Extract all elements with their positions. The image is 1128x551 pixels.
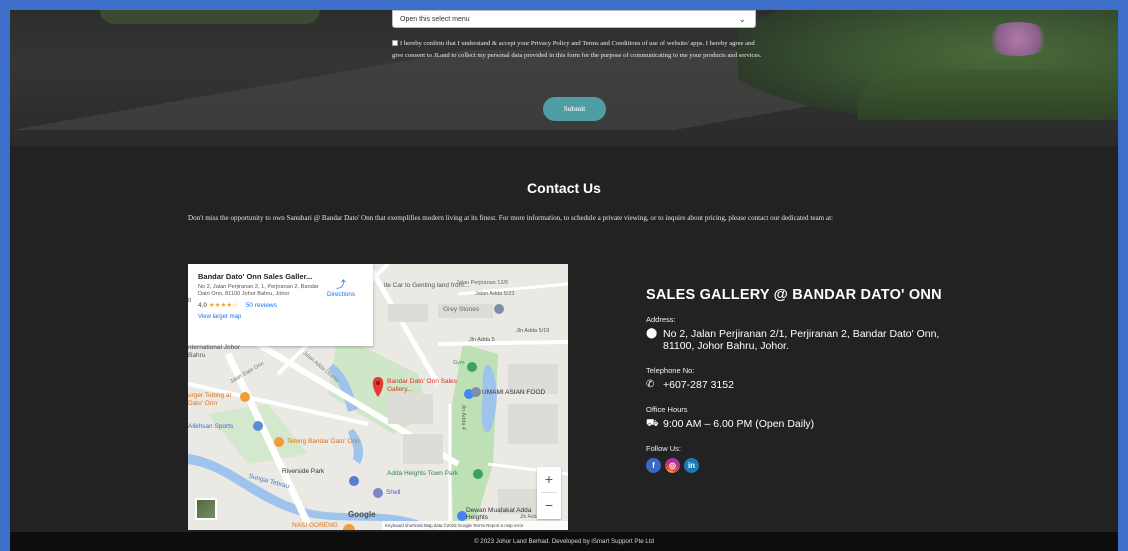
hours-text: 9:00 AM – 6.00 PM (Open Daily) <box>663 418 815 430</box>
hero-lawn-image <box>858 70 1118 120</box>
sales-gallery-info: SALES GALLERY @ BANDAR DATO' ONN Address… <box>646 286 966 473</box>
map-label: Shell <box>386 489 401 496</box>
chevron-down-icon: ⌄ <box>738 14 746 24</box>
consent-text: I hereby confirm that I understand & acc… <box>392 40 762 59</box>
map-label: Tebing Bandar Dato' Onn <box>287 438 360 445</box>
hours-label: Office Hours <box>646 405 688 414</box>
hero-flowers-image <box>983 22 1053 56</box>
map-label: Jln Adda 4 <box>459 404 466 430</box>
directions-label: Directions <box>327 291 355 298</box>
phone-text[interactable]: +607-287 3152 <box>663 379 953 391</box>
interest-select[interactable]: Open this select menu ⌄ <box>392 10 756 28</box>
phone-row: ✆ +607-287 3152 <box>646 379 966 391</box>
map-label: NASI GORENG <box>292 522 338 529</box>
map-label: Jln Adda 5/19 <box>516 328 550 334</box>
follow-label: Follow Us: <box>646 444 682 453</box>
linkedin-icon[interactable]: in <box>684 458 699 473</box>
footer: © 2023 Johor Land Berhad. Developed by i… <box>10 532 1118 551</box>
address-row: ⬤ No 2, Jalan Perjiranan 2/1, Perjiranan… <box>646 328 966 352</box>
map-label: urger Tebing ar Dato' Onn <box>188 392 232 407</box>
map-label: ti <box>188 297 192 304</box>
map-label: Alikhsan Sports <box>188 423 234 430</box>
instagram-icon[interactable]: ◎ <box>665 458 680 473</box>
hours-row: ⛟ 9:00 AM – 6.00 PM (Open Daily) <box>646 418 966 430</box>
view-larger-map-link[interactable]: View larger map <box>198 314 363 320</box>
map-pin-label: Bandar Dato' Onn Sales Gallery... <box>387 378 457 393</box>
contact-section: Contact Us Don't miss the opportunity to… <box>10 146 1118 532</box>
map-label: nternational Johor Bahru <box>188 344 241 359</box>
satellite-toggle[interactable] <box>195 498 217 520</box>
car-icon: ⛟ <box>646 418 659 429</box>
sales-gallery-title: SALES GALLERY @ BANDAR DATO' ONN <box>646 287 942 303</box>
map-label: Jalan Adda 5/23 <box>475 291 515 297</box>
phone-label: Telephone No: <box>646 366 695 375</box>
hero-form-section: Open this select menu ⌄ I hereby confirm… <box>10 10 1118 146</box>
contact-intro: Don't miss the opportunity to own Sanuba… <box>188 214 834 222</box>
map-attribution: Keyboard shortcuts Map data ©2023 Google… <box>382 521 568 530</box>
submit-button[interactable]: Submit <box>543 97 606 121</box>
address-label: Address: <box>646 315 676 324</box>
contact-heading: Contact Us <box>527 180 601 196</box>
hero-hedge-image <box>100 10 320 24</box>
map-label: UMAMI ASIAN FOOD <box>482 389 546 396</box>
map-label: Riverside Park <box>282 468 325 475</box>
phone-icon: ✆ <box>646 379 655 390</box>
social-links: f ◎ in <box>646 458 966 473</box>
map-zoom-control: + − <box>537 467 561 519</box>
consent-block: I hereby confirm that I understand & acc… <box>392 38 764 61</box>
map-label: Jln Adda 5 <box>469 337 495 343</box>
map-label: Gym <box>453 360 465 366</box>
embedded-map[interactable]: Bandar Dato' Onn Sales Galler... No 2, J… <box>188 264 568 530</box>
directions-icon: ⤴ <box>336 280 346 291</box>
rating-value: 4.0 <box>198 302 208 309</box>
map-place-address: No 2, Jalan Perjiranan 2, 1, Perjiranan … <box>198 284 319 297</box>
map-place-card: Bandar Dato' Onn Sales Galler... No 2, J… <box>188 264 373 346</box>
consent-checkbox[interactable] <box>392 40 398 46</box>
facebook-icon[interactable]: f <box>646 458 661 473</box>
directions-button[interactable]: ⤴ Directions <box>327 276 355 298</box>
google-logo: Google <box>348 510 376 519</box>
map-rating: 4.0 ★★★★☆ 50 reviews <box>198 301 363 309</box>
zoom-in-button[interactable]: + <box>537 467 561 492</box>
map-label: Grey Stones <box>443 306 480 313</box>
zoom-out-button[interactable]: − <box>537 493 561 518</box>
reviews-link[interactable]: 50 reviews <box>246 302 277 309</box>
map-label: Jalan Perjiranan 12/8 <box>456 280 508 286</box>
select-value: Open this select menu <box>400 16 470 23</box>
rating-stars-icon: ★★★★☆ <box>208 302 238 309</box>
map-marker-icon: ⬤ <box>646 328 658 339</box>
address-text: No 2, Jalan Perjiranan 2/1, Perjiranan 2… <box>663 328 940 352</box>
browser-viewport: Open this select menu ⌄ I hereby confirm… <box>10 10 1118 551</box>
map-label: Adda Heights Town Park <box>387 470 459 477</box>
